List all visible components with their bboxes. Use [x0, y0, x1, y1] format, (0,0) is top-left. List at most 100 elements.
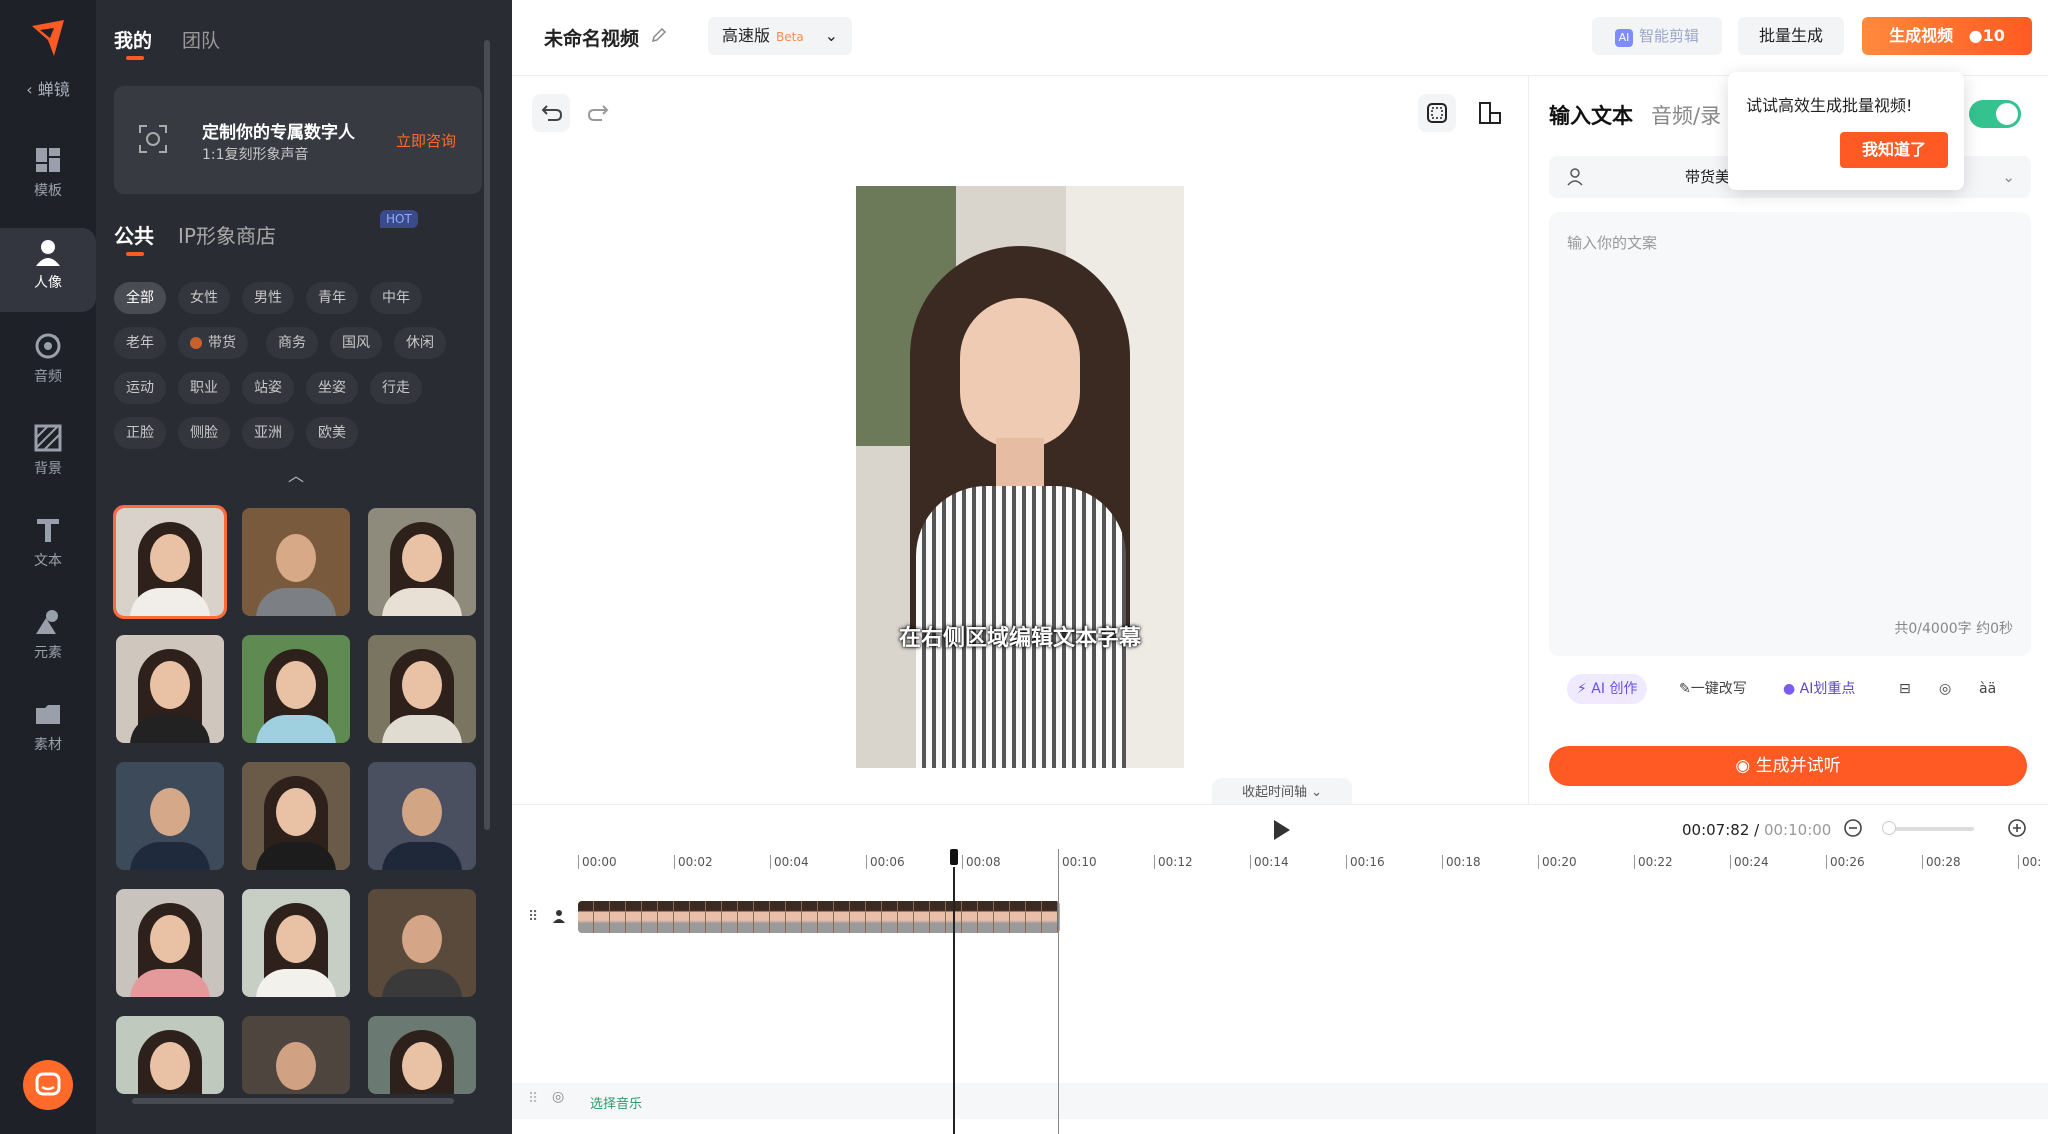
- rewrite-button[interactable]: ✎一键改写: [1669, 674, 1757, 704]
- drag-handle-icon[interactable]: ⠿: [528, 909, 538, 925]
- project-title[interactable]: 未命名视频: [544, 24, 639, 51]
- tag-chinese-style[interactable]: 国风: [330, 327, 382, 359]
- custom-avatar-promo[interactable]: 定制你的专属数字人 1:1复刻形象声音 立即咨询: [114, 86, 482, 194]
- collapse-tags-icon[interactable]: ︿: [288, 462, 304, 486]
- tab-public[interactable]: 公共: [114, 224, 154, 248]
- avatar-card[interactable]: [113, 505, 227, 619]
- avatar-card[interactable]: [242, 889, 350, 997]
- panel-top-tabs: 我的 团队: [114, 26, 250, 53]
- avatar-card[interactable]: [242, 1016, 350, 1094]
- avatar-card[interactable]: [242, 635, 350, 743]
- zoom-slider-knob[interactable]: [1882, 821, 1896, 835]
- tab-team[interactable]: 团队: [182, 30, 220, 52]
- flame-icon: ●: [1968, 26, 1983, 45]
- tab-audio-record[interactable]: 音频/录: [1651, 104, 1721, 128]
- avatar-card[interactable]: [242, 508, 350, 616]
- tag-standing[interactable]: 站姿: [242, 372, 294, 404]
- tab-mine[interactable]: 我的: [114, 30, 152, 52]
- speed-button[interactable]: ◎: [1929, 674, 1962, 704]
- tag-female[interactable]: 女性: [178, 282, 230, 314]
- avatar-card[interactable]: [116, 635, 224, 743]
- avatar-card[interactable]: [242, 762, 350, 870]
- ai-edit-button[interactable]: AI 智能剪辑: [1592, 17, 1722, 55]
- zoom-in-icon[interactable]: [2006, 817, 2028, 839]
- redo-button[interactable]: [580, 94, 618, 132]
- tab-input-text[interactable]: 输入文本: [1549, 104, 1633, 128]
- avatar-card[interactable]: [116, 1016, 224, 1094]
- tag-asian[interactable]: 亚洲: [242, 417, 294, 449]
- tag-front-face[interactable]: 正脸: [114, 417, 166, 449]
- rail-item-text[interactable]: 文本: [0, 506, 96, 590]
- panel-scrollbar-horizontal[interactable]: [132, 1098, 454, 1104]
- rail-item-assets[interactable]: 素材: [0, 690, 96, 774]
- tag-career[interactable]: 职业: [178, 372, 230, 404]
- tag-middle-aged[interactable]: 中年: [370, 282, 422, 314]
- avatar-video-track[interactable]: [578, 901, 1060, 933]
- zoom-out-icon[interactable]: [1842, 817, 1864, 839]
- avatar-card[interactable]: [368, 635, 476, 743]
- subtitle-toggle[interactable]: [1969, 100, 2021, 128]
- polyphone-button[interactable]: àä: [1969, 674, 2007, 704]
- play-icon[interactable]: [1268, 817, 1294, 843]
- panel-scrollbar[interactable]: [484, 40, 490, 830]
- back-link[interactable]: ‹ 蝉镜: [0, 76, 96, 100]
- batch-generate-button[interactable]: 批量生成: [1738, 17, 1844, 55]
- time-ruler[interactable]: 00:00 00:02 00:04 00:06 00:08 00:10 00:1…: [512, 849, 2048, 873]
- tag-elderly[interactable]: 老年: [114, 327, 166, 359]
- rail-label: 素材: [34, 737, 62, 753]
- tag-side-face[interactable]: 侧脸: [178, 417, 230, 449]
- got-it-button[interactable]: 我知道了: [1840, 132, 1948, 168]
- generate-listen-button[interactable]: ◉ 生成并试听: [1549, 746, 2027, 786]
- playhead-handle[interactable]: [948, 847, 960, 867]
- help-chat-button[interactable]: [23, 1060, 73, 1110]
- tag-western[interactable]: 欧美: [306, 417, 358, 449]
- video-preview[interactable]: 在右侧区域编辑文本字幕: [856, 186, 1184, 768]
- ai-highlight-button[interactable]: ● AI划重点: [1773, 674, 1866, 704]
- tab-ip-store[interactable]: IP形象商店: [178, 224, 276, 248]
- mode-select[interactable]: 高速版 Beta ⌄: [708, 17, 852, 55]
- avatar-card[interactable]: [116, 762, 224, 870]
- edit-icon[interactable]: [650, 26, 668, 44]
- ruler-tick: 00:06: [866, 855, 905, 869]
- pause-insert-button[interactable]: ⊟: [1889, 674, 1921, 704]
- zoom-slider[interactable]: [1884, 827, 1974, 831]
- undo-button[interactable]: [532, 94, 570, 132]
- playhead[interactable]: [953, 849, 955, 1134]
- tag-youth[interactable]: 青年: [306, 282, 358, 314]
- tag-sitting[interactable]: 坐姿: [306, 372, 358, 404]
- subtitle-text[interactable]: 在右侧区域编辑文本字幕: [856, 620, 1184, 652]
- consult-link[interactable]: 立即咨询: [396, 130, 456, 151]
- time-display: 00:07:82 / 00:10:00: [1682, 821, 1832, 839]
- script-textarea[interactable]: 输入你的文案 共0/4000字 约0秒: [1549, 212, 2031, 656]
- rail-item-elements[interactable]: 元素: [0, 598, 96, 682]
- safe-area-button[interactable]: [1418, 94, 1456, 132]
- avatar-card[interactable]: [368, 762, 476, 870]
- avatar-card[interactable]: [368, 889, 476, 997]
- tag-casual[interactable]: 休闲: [394, 327, 446, 359]
- check-badge-icon: ●: [1783, 681, 1796, 697]
- avatar-card[interactable]: [368, 508, 476, 616]
- rail-item-audio[interactable]: 音频: [0, 322, 96, 406]
- asset-panel: 我的 团队 定制你的专属数字人 1:1复刻形象声音 立即咨询 公共 IP形象商店 H…: [96, 0, 512, 1134]
- rail-item-template[interactable]: 模板: [0, 136, 96, 220]
- avatar-card[interactable]: [368, 1016, 476, 1094]
- music-track[interactable]: ⠿ ◎ 选择音乐: [512, 1083, 2048, 1119]
- tag-sales[interactable]: 带货: [178, 327, 248, 359]
- ai-create-button[interactable]: ⚡ AI 创作: [1567, 674, 1648, 704]
- tag-sport[interactable]: 运动: [114, 372, 166, 404]
- promo-subtitle: 1:1复刻形象声音: [202, 147, 309, 163]
- tag-business[interactable]: 商务: [266, 327, 318, 359]
- layout-button[interactable]: [1470, 94, 1508, 132]
- tag-walking[interactable]: 行走: [370, 372, 422, 404]
- app-logo[interactable]: [26, 16, 70, 60]
- collapse-timeline-button[interactable]: 收起时间轴 ⌄: [1212, 778, 1352, 806]
- tag-male[interactable]: 男性: [242, 282, 294, 314]
- chat-icon: [35, 1072, 61, 1096]
- tag-all[interactable]: 全部: [114, 282, 166, 314]
- avatar-card[interactable]: [116, 889, 224, 997]
- rail-item-background[interactable]: 背景: [0, 414, 96, 498]
- generate-video-button[interactable]: 生成视频 ●10: [1862, 17, 2032, 55]
- select-music-link[interactable]: 选择音乐: [590, 1093, 642, 1112]
- chevron-down-icon: ⌄: [2002, 168, 2015, 186]
- rail-item-portrait[interactable]: 人像: [0, 228, 96, 312]
